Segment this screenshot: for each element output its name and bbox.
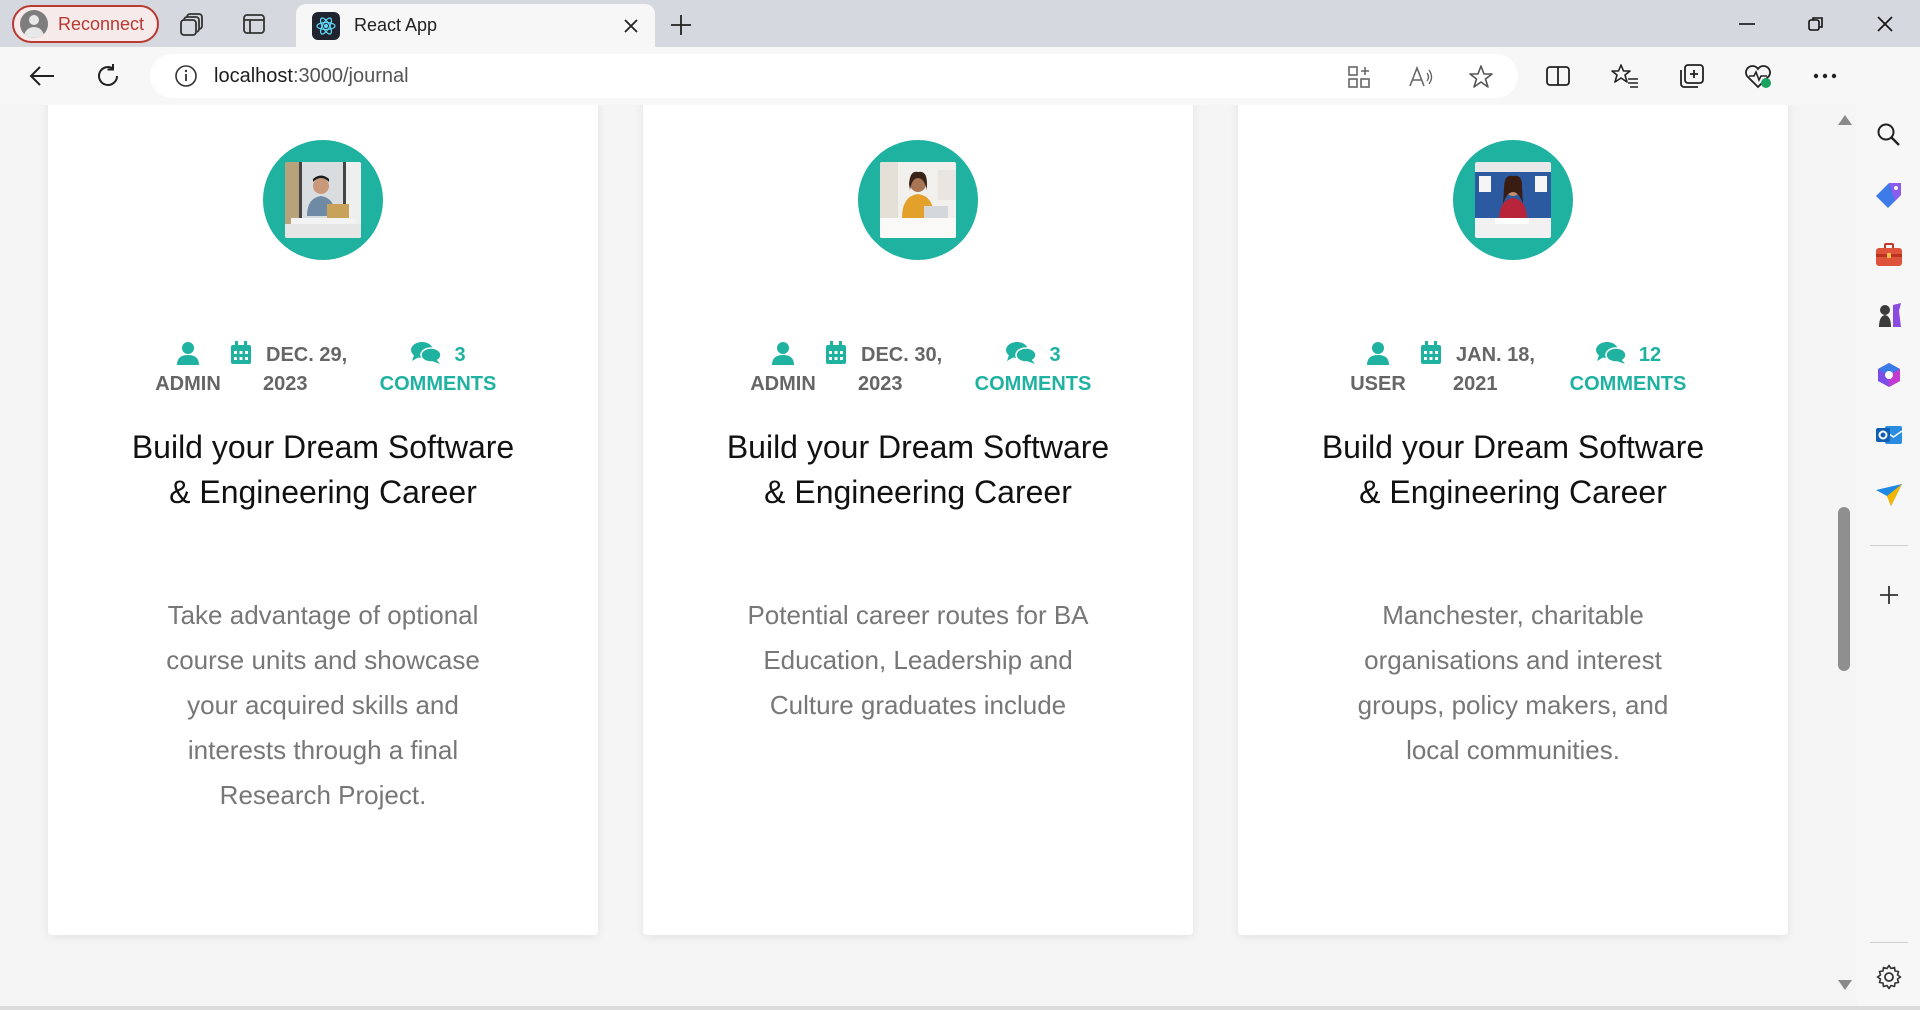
window-bottom-edge (0, 1006, 1920, 1010)
comments-label: COMMENTS (974, 373, 1092, 395)
microsoft-365-icon[interactable] (1871, 357, 1907, 393)
post-excerpt: Manchester, charitable organisations and… (1357, 600, 1669, 765)
app-available-icon[interactable] (1346, 64, 1372, 90)
author-photo-ring (1453, 140, 1573, 260)
url-text: localhost:3000/journal (214, 65, 409, 88)
comments-count: 12 (1638, 344, 1662, 366)
comments-icon (1005, 341, 1038, 370)
post-title[interactable]: Build your Dream Software & Engineering … (723, 425, 1113, 515)
collections-icon[interactable] (1674, 58, 1710, 94)
address-bar[interactable]: localhost:3000/journal (150, 54, 1518, 98)
minimize-icon[interactable] (1727, 8, 1767, 40)
scroll-up-arrow-icon[interactable] (1838, 115, 1852, 125)
react-logo-icon (312, 11, 340, 40)
author-name: ADMIN (155, 373, 221, 395)
date-line-2: 2021 (1453, 373, 1498, 395)
favorite-star-icon[interactable] (1468, 64, 1494, 90)
page-scrollbar[interactable] (1832, 105, 1856, 1005)
post-meta: ADMIN DEC. 29, 2023 3 COMMENTS (48, 341, 598, 401)
tab-title: React App (354, 15, 438, 35)
site-info-icon[interactable] (174, 64, 198, 88)
settings-gear-icon[interactable] (1871, 959, 1907, 995)
browser-toolbar: localhost:3000/journal (0, 47, 1920, 105)
author-photo (1475, 162, 1551, 238)
date-line-1: DEC. 30, (861, 344, 943, 366)
post-meta: USER JAN. 18, 2021 12 COMMENTS (1238, 341, 1788, 401)
author-photo (285, 162, 361, 238)
new-tab-icon[interactable] (665, 9, 697, 41)
user-icon (176, 341, 200, 370)
post-excerpt: Potential career routes for BA Education… (747, 600, 1089, 720)
user-icon (1366, 341, 1390, 370)
more-options-icon[interactable] (1807, 58, 1843, 94)
author-meta: ADMIN (148, 341, 228, 399)
url-path: :3000/journal (292, 64, 409, 87)
send-drop-icon[interactable] (1871, 477, 1907, 513)
journal-card[interactable]: ADMIN DEC. 29, 2023 3 COMMENTS Build you… (48, 105, 598, 935)
favorites-icon[interactable] (1607, 58, 1643, 94)
split-screen-icon[interactable] (1540, 58, 1576, 94)
post-title[interactable]: Build your Dream Software & Engineering … (1318, 425, 1708, 515)
journal-card[interactable]: USER JAN. 18, 2021 12 COMMENTS Build you… (1238, 105, 1788, 935)
page-viewport: ADMIN DEC. 29, 2023 3 COMMENTS Build you… (0, 105, 1858, 1005)
date-meta: DEC. 30, 2023 (825, 341, 955, 399)
close-tab-icon[interactable] (619, 14, 643, 38)
author-name: ADMIN (750, 373, 816, 395)
scroll-down-arrow-icon[interactable] (1838, 980, 1852, 990)
add-sidebar-app-icon[interactable] (1871, 577, 1907, 613)
calendar-icon (230, 341, 252, 370)
date-meta: DEC. 29, 2023 (230, 341, 360, 399)
journal-card[interactable]: ADMIN DEC. 30, 2023 3 COMMENTS Build you… (643, 105, 1193, 935)
comments-meta[interactable]: 3 COMMENTS (373, 341, 503, 399)
tools-briefcase-icon[interactable] (1871, 237, 1907, 273)
author-name: USER (1350, 373, 1406, 395)
comments-meta[interactable]: 12 COMMENTS (1563, 341, 1693, 399)
workspaces-icon[interactable] (177, 8, 209, 40)
shopping-tag-icon[interactable] (1871, 177, 1907, 213)
comments-label: COMMENTS (1569, 373, 1687, 395)
calendar-icon (1420, 341, 1442, 370)
post-excerpt: Take advantage of optional course units … (166, 600, 480, 810)
post-title[interactable]: Build your Dream Software & Engineering … (128, 425, 518, 515)
date-meta: JAN. 18, 2021 (1420, 341, 1550, 399)
refresh-icon[interactable] (90, 58, 126, 94)
author-photo (880, 162, 956, 238)
comments-count: 3 (454, 344, 466, 366)
reconnect-label: Reconnect (58, 13, 145, 34)
edge-sidebar (1858, 47, 1920, 1010)
date-line-2: 2023 (858, 373, 903, 395)
comments-label: COMMENTS (379, 373, 497, 395)
post-meta: ADMIN DEC. 30, 2023 3 COMMENTS (643, 341, 1193, 401)
profile-avatar-icon (20, 10, 48, 38)
date-line-1: DEC. 29, (266, 344, 348, 366)
back-icon[interactable] (24, 58, 60, 94)
comments-count: 3 (1049, 344, 1061, 366)
author-meta: USER (1338, 341, 1418, 399)
sidebar-divider (1870, 545, 1908, 546)
games-chess-icon[interactable] (1871, 297, 1907, 333)
comments-meta[interactable]: 3 COMMENTS (968, 341, 1098, 399)
user-icon (771, 341, 795, 370)
vertical-tabs-icon[interactable] (238, 8, 270, 40)
close-window-icon[interactable] (1865, 8, 1905, 40)
tab-react-app[interactable]: React App (296, 4, 655, 47)
date-line-1: JAN. 18, (1456, 344, 1535, 366)
date-line-2: 2023 (263, 373, 308, 395)
scroll-thumb[interactable] (1838, 507, 1850, 671)
author-photo-ring (263, 140, 383, 260)
author-photo-ring (858, 140, 978, 260)
search-icon[interactable] (1871, 117, 1907, 153)
outlook-icon[interactable] (1871, 417, 1907, 453)
sidebar-divider (1870, 942, 1908, 943)
author-meta: ADMIN (743, 341, 823, 399)
calendar-icon (825, 341, 847, 370)
browser-essentials-icon[interactable] (1740, 58, 1776, 94)
tab-strip: Reconnect React App (0, 0, 1920, 47)
comments-icon (410, 341, 443, 370)
url-host: localhost (214, 64, 293, 87)
restore-icon[interactable] (1796, 8, 1836, 40)
reconnect-button[interactable]: Reconnect (12, 5, 159, 43)
read-aloud-icon[interactable] (1408, 64, 1434, 90)
comments-icon (1595, 341, 1627, 370)
